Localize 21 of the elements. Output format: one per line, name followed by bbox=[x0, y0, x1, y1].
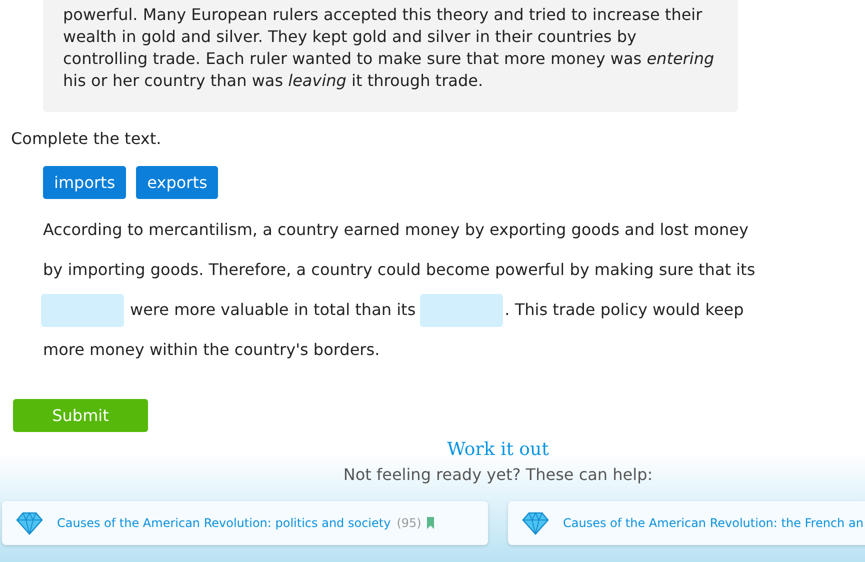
submit-button[interactable]: Submit bbox=[13, 399, 148, 432]
question-count: (95) bbox=[396, 515, 422, 532]
paragraph-text: more money within the country's borders. bbox=[43, 339, 380, 361]
answer-blank[interactable] bbox=[41, 294, 124, 326]
skill-card[interactable]: Causes of the American Revolution: politics and society (95) bbox=[2, 501, 488, 545]
skill-link[interactable]: Causes of the American Revolution: politics and society bbox=[57, 514, 391, 532]
paragraph-text: According to mercantilism, a country earned money by exporting goods and lost money bbox=[43, 219, 748, 241]
skill-card[interactable]: Causes of the American Revolution: the French an bbox=[508, 501, 865, 545]
help-subtitle: Not feeling ready yet? These can help: bbox=[342, 464, 654, 486]
diamond-icon bbox=[522, 512, 549, 534]
word-tile[interactable]: imports bbox=[43, 166, 126, 199]
skill-link[interactable]: Causes of the American Revolution: the French an bbox=[563, 514, 864, 532]
answer-blank[interactable] bbox=[420, 294, 503, 326]
paragraph-text: . This trade policy would keep bbox=[504, 299, 744, 321]
instruction-text: Complete the text. bbox=[11, 128, 162, 150]
passage-text: powerful. Many European rulers accepted this theory and tried to increase their wealth in gold and silver. They kept gold and silver in their countries by controlling trade. Each ruler wanted to make sure that more money was entering his or her country than was leaving it through trade. bbox=[63, 4, 716, 92]
word-tile[interactable]: exports bbox=[136, 166, 218, 199]
diamond-icon bbox=[16, 512, 43, 534]
paragraph-text: were more valuable in total than its bbox=[130, 299, 416, 321]
paragraph-text: by importing goods. Therefore, a country could become powerful by making sure that its bbox=[43, 259, 756, 281]
section-heading: Work it out bbox=[446, 438, 550, 462]
